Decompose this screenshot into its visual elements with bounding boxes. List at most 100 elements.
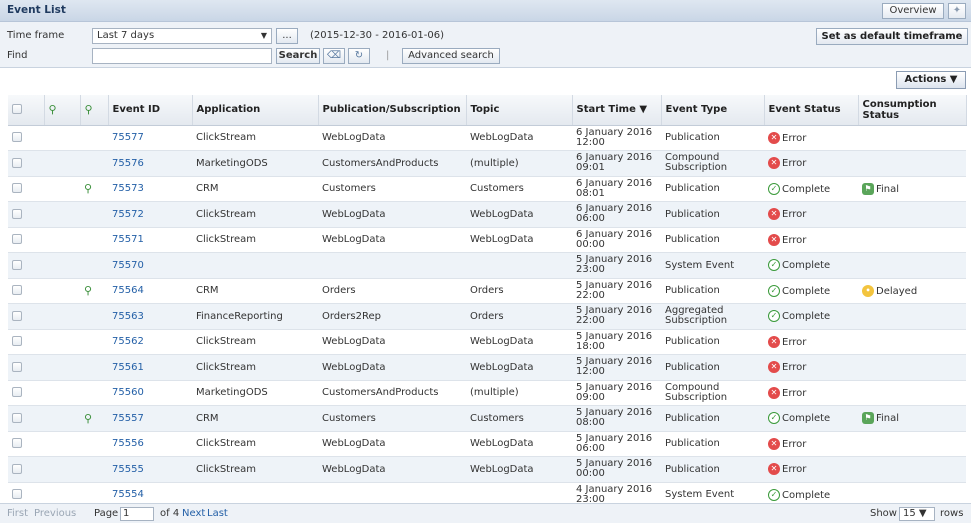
- node-cell-2[interactable]: ⚲: [80, 176, 108, 202]
- set-default-timeframe-button[interactable]: Set as default timeframe: [816, 28, 968, 45]
- row-select-cell[interactable]: [8, 278, 44, 304]
- node-cell-2[interactable]: ⚲: [80, 405, 108, 432]
- event-id-link[interactable]: 75561: [108, 354, 192, 381]
- tree-node-icon[interactable]: ⚲: [84, 182, 92, 195]
- table-row[interactable]: 75563 FinanceReporting Orders2Rep Orders…: [8, 303, 966, 330]
- delayed-icon: •: [862, 284, 874, 297]
- row-select-cell[interactable]: [8, 329, 44, 355]
- table-row[interactable]: 75570 5 January 2016 23:00 System Event ✓…: [8, 252, 966, 279]
- select-all-checkbox[interactable]: [12, 104, 22, 115]
- table-row[interactable]: 75572 ClickStream WebLogData WebLogData …: [8, 201, 966, 228]
- row-select-cell[interactable]: [8, 354, 44, 381]
- row-checkbox[interactable]: [12, 285, 22, 296]
- event-id-link[interactable]: 75571: [108, 227, 192, 253]
- actions-button[interactable]: Actions ▼: [896, 71, 966, 89]
- event-id-link[interactable]: 75572: [108, 201, 192, 228]
- select-all-header[interactable]: [8, 95, 45, 126]
- row-select-cell[interactable]: [8, 176, 44, 202]
- row-select-cell[interactable]: [8, 201, 44, 228]
- event-id-link[interactable]: 75563: [108, 303, 192, 330]
- timeframe-select[interactable]: Last 7 days ▼: [92, 28, 272, 44]
- row-checkbox[interactable]: [12, 132, 22, 143]
- pubsub-cell: WebLogData: [318, 354, 466, 381]
- row-select-cell[interactable]: [8, 431, 44, 457]
- advanced-search-button[interactable]: Advanced search: [402, 48, 500, 64]
- row-checkbox[interactable]: [12, 157, 22, 168]
- pin-icon[interactable]: ✦: [948, 3, 966, 19]
- column-application[interactable]: Application: [192, 95, 319, 126]
- column-event-id[interactable]: Event ID: [108, 95, 193, 126]
- row-checkbox[interactable]: [12, 208, 22, 219]
- table-row[interactable]: 75556 ClickStream WebLogData WebLogData …: [8, 431, 966, 457]
- row-checkbox[interactable]: [12, 336, 22, 347]
- table-row[interactable]: 75571 ClickStream WebLogData WebLogData …: [8, 227, 966, 253]
- consumption-status-cell: [858, 431, 966, 457]
- pubsub-cell: CustomersAndProducts: [318, 150, 466, 177]
- row-select-cell[interactable]: [8, 405, 44, 432]
- previous-page-link[interactable]: Previous: [34, 508, 76, 519]
- event-status: Error: [782, 132, 807, 144]
- event-id-link[interactable]: 75557: [108, 405, 192, 432]
- row-checkbox[interactable]: [12, 412, 22, 423]
- table-row[interactable]: ⚲ 75564 CRM Orders Orders 5 January 2016…: [8, 278, 966, 304]
- event-id-link[interactable]: 75570: [108, 252, 192, 279]
- tree-node-icon[interactable]: ⚲: [84, 284, 92, 297]
- row-checkbox[interactable]: [12, 183, 22, 194]
- row-checkbox[interactable]: [12, 310, 22, 321]
- refresh-icon[interactable]: ↻: [348, 48, 370, 64]
- row-select-cell[interactable]: [8, 303, 44, 330]
- row-select-cell[interactable]: [8, 456, 44, 483]
- row-select-cell[interactable]: [8, 125, 44, 151]
- table-row[interactable]: 75562 ClickStream WebLogData WebLogData …: [8, 329, 966, 355]
- table-row[interactable]: 75555 ClickStream WebLogData WebLogData …: [8, 456, 966, 483]
- event-id-link[interactable]: 75555: [108, 456, 192, 483]
- tree-node-icon[interactable]: ⚲: [84, 412, 92, 425]
- column-start-time[interactable]: Start Time ▼: [572, 95, 662, 126]
- row-checkbox[interactable]: [12, 489, 22, 500]
- event-id-link[interactable]: 75560: [108, 380, 192, 406]
- table-row[interactable]: ⚲ 75573 CRM Customers Customers 6 Januar…: [8, 176, 966, 202]
- event-id-link[interactable]: 75577: [108, 125, 192, 151]
- overview-button[interactable]: Overview: [882, 3, 944, 19]
- event-id-link[interactable]: 75573: [108, 176, 192, 202]
- table-row[interactable]: 75577 ClickStream WebLogData WebLogData …: [8, 125, 966, 151]
- event-id-link[interactable]: 75562: [108, 329, 192, 355]
- table-row[interactable]: ⚲ 75557 CRM Customers Customers 5 Januar…: [8, 405, 966, 432]
- clear-search-icon[interactable]: ⌫: [323, 48, 345, 64]
- table-row[interactable]: 75560 MarketingODS CustomersAndProducts …: [8, 380, 966, 406]
- application-cell: CRM: [192, 405, 318, 432]
- column-pubsub[interactable]: Publication/Subscription: [318, 95, 467, 126]
- find-input[interactable]: [92, 48, 272, 64]
- first-page-link[interactable]: First: [7, 508, 28, 519]
- row-checkbox[interactable]: [12, 463, 22, 474]
- table-row[interactable]: 75561 ClickStream WebLogData WebLogData …: [8, 354, 966, 381]
- pubsub-cell: Customers: [318, 405, 466, 432]
- column-consumption-status[interactable]: Consumption Status: [858, 95, 967, 126]
- event-id-link[interactable]: 75556: [108, 431, 192, 457]
- row-checkbox[interactable]: [12, 438, 22, 449]
- node-header[interactable]: ⚲: [44, 95, 81, 126]
- row-select-cell[interactable]: [8, 150, 44, 177]
- node-header-2[interactable]: ⚲: [80, 95, 109, 126]
- row-checkbox[interactable]: [12, 259, 22, 270]
- column-event-type[interactable]: Event Type: [661, 95, 765, 126]
- rows-per-page-select[interactable]: 15 ▼: [899, 507, 935, 521]
- row-select-cell[interactable]: [8, 252, 44, 279]
- last-page-link[interactable]: Last: [207, 508, 228, 519]
- event-id-link[interactable]: 75564: [108, 278, 192, 304]
- row-checkbox[interactable]: [12, 361, 22, 372]
- timeframe-custom-button[interactable]: ...: [276, 28, 298, 44]
- column-topic[interactable]: Topic: [466, 95, 573, 126]
- event-id-link[interactable]: 75576: [108, 150, 192, 177]
- row-checkbox[interactable]: [12, 387, 22, 398]
- next-page-link[interactable]: Next: [182, 508, 205, 519]
- row-select-cell[interactable]: [8, 380, 44, 406]
- table-row[interactable]: 75576 MarketingODS CustomersAndProducts …: [8, 150, 966, 177]
- column-event-status[interactable]: Event Status: [764, 95, 859, 126]
- pubsub-cell: Customers: [318, 176, 466, 202]
- row-checkbox[interactable]: [12, 234, 22, 245]
- node-cell-2[interactable]: ⚲: [80, 278, 108, 304]
- row-select-cell[interactable]: [8, 227, 44, 253]
- page-number-input[interactable]: 1: [120, 507, 154, 521]
- search-button[interactable]: Search: [276, 48, 320, 64]
